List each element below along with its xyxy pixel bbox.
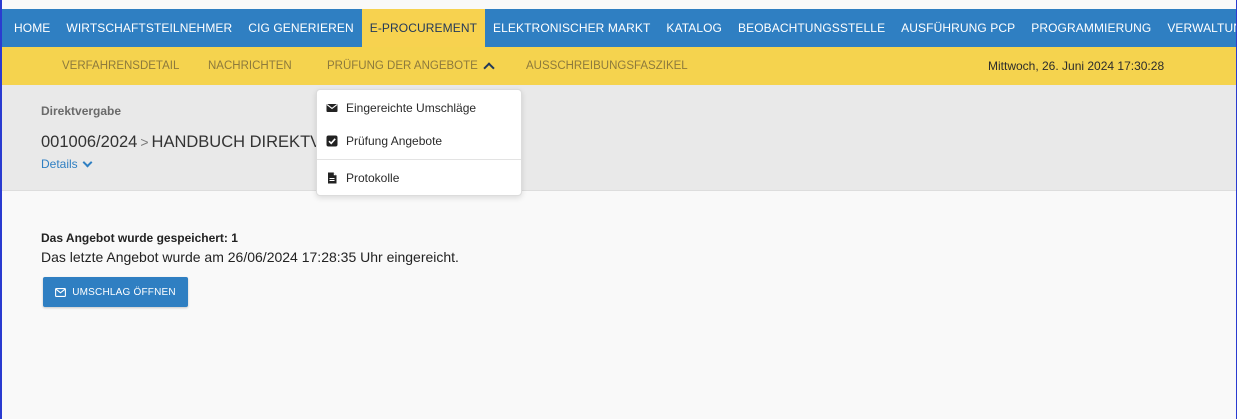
- menu-item-label: Eingereichte Umschläge: [346, 101, 477, 115]
- envelope-icon: [55, 287, 67, 297]
- document-icon: [328, 172, 337, 184]
- nav-item-beobachtungsstelle[interactable]: BEOBACHTUNGSSTELLE: [730, 9, 893, 47]
- menu-divider: [317, 159, 521, 160]
- pruefung-dropdown-menu: Eingereichte Umschläge Prüfung Angebote …: [316, 89, 522, 196]
- subnav-label: VERFAHRENSDETAIL: [62, 60, 180, 72]
- details-label: Details: [41, 157, 78, 171]
- subnav-item-nachrichten[interactable]: NACHRICHTEN: [208, 47, 292, 85]
- procedure-number: 001006/2024: [41, 133, 138, 151]
- procedure-header: Direktvergabe 001006/2024 > HANDBUCH DIREK…: [2, 85, 1236, 191]
- subnav-item-ausschreibungsfaszikel[interactable]: AUSSCHREIBUNGSFASZIKEL: [526, 47, 688, 85]
- subnav-label: AUSSCHREIBUNGSFASZIKEL: [526, 60, 688, 72]
- procedure-name: HANDBUCH DIREKTV: [151, 133, 322, 151]
- menu-item-eingereichte-umschlaege[interactable]: Eingereichte Umschläge: [317, 93, 521, 123]
- main-navigation: HOME WIRTSCHAFTSTEILNEHMER CIG GENERIERE…: [2, 9, 1236, 47]
- chevron-right-icon: >: [140, 134, 149, 150]
- chevron-down-icon: [82, 157, 93, 168]
- subnav-item-pruefung-der-angebote[interactable]: PRÜFUNG DER ANGEBOTE: [327, 47, 495, 85]
- nav-item-e-procurement[interactable]: E-PROCUREMENT: [361, 9, 486, 47]
- subnav-item-verfahrensdetail[interactable]: VERFAHRENSDETAIL: [62, 47, 179, 85]
- menu-item-label: Protokolle: [346, 171, 400, 185]
- nav-item-home[interactable]: HOME: [2, 9, 58, 47]
- envelope-icon: [326, 104, 338, 112]
- saved-offer-message: Das Angebot wurde gespeichert: 1: [41, 231, 238, 245]
- app-frame: HOME WIRTSCHAFTSTEILNEHMER CIG GENERIERE…: [0, 0, 1237, 419]
- sub-navigation: VERFAHRENSDETAIL NACHRICHTEN PRÜFUNG DER…: [2, 47, 1236, 85]
- open-envelope-button[interactable]: UMSCHLAG ÖFFNEN: [43, 277, 188, 307]
- procedure-title: 001006/2024 > HANDBUCH DIREKTV: [41, 133, 321, 152]
- nav-item-verwaltung[interactable]: VERWALTUNG: [1159, 9, 1236, 47]
- last-submission-message: Das letzte Angebot wurde am 26/06/2024 1…: [41, 249, 459, 265]
- subnav-label: PRÜFUNG DER ANGEBOTE: [327, 60, 478, 72]
- procedure-type: Direktvergabe: [41, 104, 122, 118]
- nav-item-katalog[interactable]: KATALOG: [658, 9, 730, 47]
- current-datetime: Mittwoch, 26. Juni 2024 17:30:28: [988, 59, 1165, 73]
- subnav-label: NACHRICHTEN: [208, 60, 292, 72]
- nav-item-programmierung[interactable]: PROGRAMMIERUNG: [1023, 9, 1159, 47]
- nav-item-elektronischer-markt[interactable]: ELEKTRONISCHER MARKT: [485, 9, 658, 47]
- open-envelope-label: UMSCHLAG ÖFFNEN: [72, 286, 176, 298]
- menu-item-protokolle[interactable]: Protokolle: [317, 163, 521, 193]
- details-toggle[interactable]: Details: [41, 157, 93, 171]
- chevron-up-icon: [483, 62, 495, 74]
- nav-item-wirtschaftsteilnehmer[interactable]: WIRTSCHAFTSTEILNEHMER: [58, 9, 240, 47]
- nav-item-cig-generieren[interactable]: CIG GENERIEREN: [240, 9, 361, 47]
- menu-item-pruefung-angebote[interactable]: Prüfung Angebote: [317, 126, 521, 156]
- menu-item-label: Prüfung Angebote: [346, 134, 443, 148]
- checkbox-icon: [326, 135, 338, 147]
- nav-item-ausfuehrung-pcp[interactable]: AUSFÜHRUNG PCP: [893, 9, 1023, 47]
